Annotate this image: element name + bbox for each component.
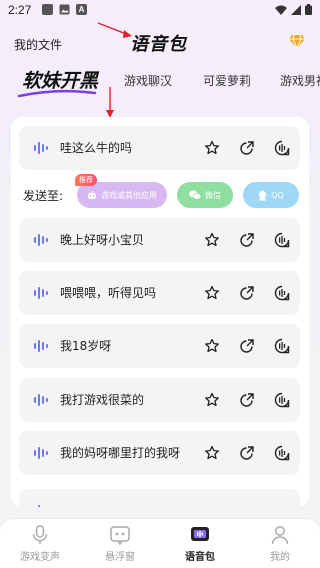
voice-send-icon[interactable] xyxy=(272,283,292,303)
status-right-icons xyxy=(275,4,312,15)
waveform-icon xyxy=(34,394,48,406)
voice-pack-icon xyxy=(191,527,209,541)
nav-label: 游戏变声 xyxy=(20,552,60,563)
notification-icon xyxy=(42,4,53,15)
annotation-arrow-title xyxy=(97,22,132,38)
waveform-icon xyxy=(34,340,48,352)
voice-item[interactable]: 哇这么牛的吗 xyxy=(19,126,300,170)
nav-label: 悬浮窗 xyxy=(105,552,135,563)
microphone-icon xyxy=(32,525,48,544)
waveform-icon xyxy=(38,505,40,507)
waveform-icon xyxy=(34,287,48,299)
voice-item-text: 我18岁呀 xyxy=(60,339,112,353)
game-app-icon xyxy=(88,191,96,199)
tab-game-chat[interactable]: 游戏聊汉 xyxy=(124,72,172,89)
status-left-icons: A xyxy=(42,4,87,15)
bottom-nav: 游戏变声 悬浮窗 语音包 我的 xyxy=(0,518,320,568)
send-to-row: 发送至: 游戏或其他应用 推荐 微信 QQ xyxy=(11,174,309,214)
nav-voice-changer[interactable]: 游戏变声 xyxy=(0,525,80,565)
share-icon[interactable] xyxy=(237,283,257,303)
recommend-badge: 推荐 xyxy=(75,174,97,186)
nav-label: 语音包 xyxy=(185,552,215,563)
star-icon[interactable] xyxy=(202,336,222,356)
send-to-qq-label: QQ xyxy=(271,190,284,200)
my-files-link[interactable]: 我的文件 xyxy=(14,36,62,53)
waveform-icon xyxy=(34,234,48,246)
profile-icon xyxy=(271,526,289,545)
share-icon[interactable] xyxy=(237,443,257,463)
status-time: 2:27 xyxy=(8,3,32,17)
nav-float-window[interactable]: 悬浮窗 xyxy=(80,525,160,565)
battery-icon xyxy=(305,4,312,15)
share-icon[interactable] xyxy=(237,230,257,250)
star-icon[interactable] xyxy=(202,138,222,158)
waveform-icon xyxy=(34,142,48,154)
voice-send-icon[interactable] xyxy=(272,230,292,250)
voice-item[interactable] xyxy=(19,489,300,507)
tab-cute-loli[interactable]: 可爱萝莉 xyxy=(203,72,251,89)
send-to-wechat-label: 微信 xyxy=(205,190,221,200)
voice-item[interactable]: 我18岁呀 xyxy=(19,324,300,368)
voice-list-panel: 哇这么牛的吗 发送至: 游戏或其他应用 推荐 微信 QQ 晚上好呀小宝贝 喂喂喂… xyxy=(11,117,309,507)
diamond-icon[interactable] xyxy=(289,34,305,48)
star-icon[interactable] xyxy=(202,443,222,463)
voice-item-text: 我的妈呀哪里打的我呀 xyxy=(60,446,181,460)
voice-send-icon[interactable] xyxy=(272,138,292,158)
share-icon[interactable] xyxy=(237,336,257,356)
send-to-label: 发送至: xyxy=(23,189,64,203)
a-icon: A xyxy=(76,4,87,15)
nav-label: 我的 xyxy=(270,552,290,563)
voice-send-icon[interactable] xyxy=(272,390,292,410)
voice-item-text: 晚上好呀小宝贝 xyxy=(60,233,145,247)
voice-item-text: 我打游戏很菜的 xyxy=(60,393,145,407)
star-icon[interactable] xyxy=(202,390,222,410)
voice-item[interactable]: 晚上好呀小宝贝 xyxy=(19,218,300,262)
wechat-icon xyxy=(189,190,201,200)
share-icon[interactable] xyxy=(237,390,257,410)
float-window-icon xyxy=(110,526,130,545)
signal-icon xyxy=(291,4,301,15)
voice-item[interactable]: 我打游戏很菜的 xyxy=(19,378,300,422)
voice-send-icon[interactable] xyxy=(272,443,292,463)
send-to-qq-button[interactable]: QQ xyxy=(243,182,299,208)
status-bar: 2:27 A xyxy=(0,0,320,22)
star-icon[interactable] xyxy=(202,230,222,250)
wifi-icon xyxy=(275,5,287,15)
share-icon[interactable] xyxy=(237,138,257,158)
nav-voice-pack[interactable]: 语音包 xyxy=(160,525,240,565)
active-tab-underline xyxy=(17,89,97,98)
star-icon[interactable] xyxy=(202,283,222,303)
tab-game-male[interactable]: 游戏男神 xyxy=(280,72,320,89)
nav-profile[interactable]: 我的 xyxy=(240,525,320,565)
page-title: 语音包 xyxy=(130,34,187,55)
image-icon xyxy=(59,4,70,15)
qq-icon xyxy=(259,190,267,201)
voice-item-text: 哇这么牛的吗 xyxy=(60,141,133,155)
voice-item-text: 喂喂喂，听得见吗 xyxy=(60,286,157,300)
voice-item[interactable]: 我的妈呀哪里打的我呀 xyxy=(19,431,300,475)
voice-item[interactable]: 喂喂喂，听得见吗 xyxy=(19,271,300,315)
send-to-wechat-button[interactable]: 微信 xyxy=(177,182,233,208)
waveform-icon xyxy=(34,447,48,459)
voice-send-icon[interactable] xyxy=(272,336,292,356)
send-to-game-label: 游戏或其他应用 xyxy=(101,190,157,200)
